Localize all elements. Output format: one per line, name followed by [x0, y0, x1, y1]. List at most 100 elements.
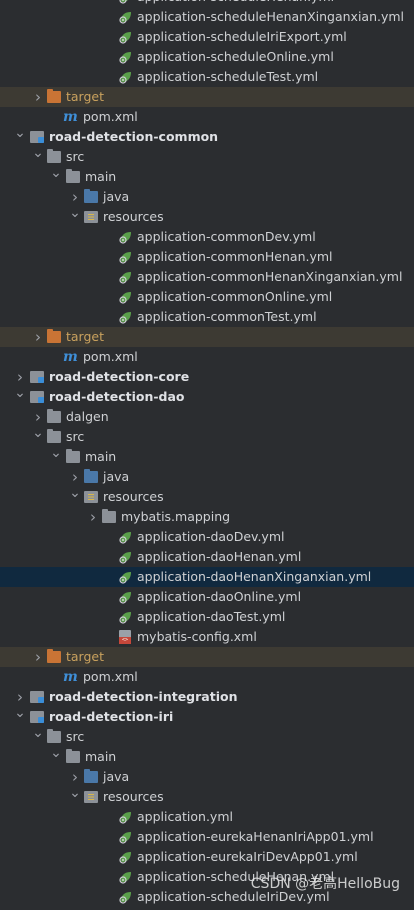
module-folder-icon — [30, 131, 44, 143]
spring-leaf-icon — [119, 530, 133, 544]
chevron-down-icon[interactable]: ⌄ — [14, 126, 26, 147]
chevron-right-icon[interactable]: › — [69, 767, 81, 787]
chevron-right-icon[interactable]: › — [87, 507, 99, 527]
tree-row[interactable]: ⌄ resources — [0, 786, 414, 807]
source-folder-icon — [84, 469, 98, 483]
project-tree: application-scheduleHenan.yml application… — [0, 0, 414, 907]
tree-item-label: application-commonTest.yml — [137, 309, 317, 324]
chevron-right-icon[interactable]: › — [69, 187, 81, 207]
tree-row[interactable]: › target — [0, 647, 414, 667]
excluded-folder-icon — [47, 89, 61, 103]
tree-row[interactable]: application-scheduleIriExport.yml — [0, 27, 414, 47]
chevron-right-icon[interactable]: › — [32, 327, 44, 347]
tree-row[interactable]: › java — [0, 467, 414, 487]
tree-row[interactable]: ⌄ road-detection-common — [0, 126, 414, 147]
folder-icon — [66, 449, 80, 463]
chevron-down-icon[interactable]: ⌄ — [14, 706, 26, 727]
tree-row[interactable]: application-eurekaHenanIriApp01.yml — [0, 827, 414, 847]
spring-leaf-icon — [119, 230, 133, 244]
resources-folder-icon — [84, 211, 98, 223]
tree-row[interactable]: ⌄ main — [0, 446, 414, 467]
chevron-down-icon[interactable]: ⌄ — [69, 206, 81, 227]
tree-item-label: pom.xml — [83, 349, 138, 364]
chevron-right-icon[interactable]: › — [32, 647, 44, 667]
spring-leaf-icon — [119, 890, 133, 904]
folder-icon — [47, 429, 61, 443]
tree-row[interactable]: ⌄ resources — [0, 206, 414, 227]
tree-row[interactable]: ⌄ src — [0, 426, 414, 447]
resources-folder-icon — [84, 491, 98, 503]
tree-item-label: src — [66, 729, 85, 744]
chevron-down-icon[interactable]: ⌄ — [50, 446, 62, 467]
module-folder-icon — [30, 691, 44, 703]
tree-row[interactable]: › mybatis.mapping — [0, 507, 414, 527]
chevron-down-icon[interactable]: ⌄ — [14, 386, 26, 407]
chevron-right-icon[interactable]: › — [32, 87, 44, 107]
tree-row[interactable]: application-commonOnline.yml — [0, 287, 414, 307]
tree-item-label: dalgen — [66, 409, 109, 424]
tree-row[interactable]: ⌄ resources — [0, 486, 414, 507]
maven-icon: m — [63, 349, 78, 365]
chevron-down-icon[interactable]: ⌄ — [69, 786, 81, 807]
tree-row[interactable]: application-daoTest.yml — [0, 607, 414, 627]
tree-row[interactable]: › road-detection-core — [0, 367, 414, 387]
tree-item-label: main — [85, 449, 117, 464]
spring-leaf-icon — [119, 850, 133, 864]
tree-row[interactable]: › java — [0, 767, 414, 787]
tree-row[interactable]: mybatis-config.xml — [0, 627, 414, 647]
tree-row[interactable]: › target — [0, 87, 414, 107]
tree-item-label: java — [103, 769, 130, 784]
tree-item-label: application-scheduleOnline.yml — [137, 49, 334, 64]
tree-row[interactable]: ⌄ main — [0, 746, 414, 767]
tree-row[interactable]: m pom.xml — [0, 107, 414, 127]
tree-item-label: pom.xml — [83, 109, 138, 124]
chevron-right-icon[interactable]: › — [32, 407, 44, 427]
chevron-right-icon[interactable]: › — [14, 687, 26, 707]
spring-leaf-icon — [119, 290, 133, 304]
chevron-down-icon[interactable]: ⌄ — [32, 426, 44, 447]
spring-leaf-icon — [119, 10, 133, 24]
spring-leaf-icon — [119, 590, 133, 604]
tree-row[interactable]: application-daoOnline.yml — [0, 587, 414, 607]
tree-row[interactable]: application-scheduleOnline.yml — [0, 47, 414, 67]
tree-row[interactable]: ⌄ road-detection-iri — [0, 706, 414, 727]
tree-row[interactable]: application-scheduleHenan.yml — [0, 0, 414, 7]
tree-row[interactable]: application-scheduleTest.yml — [0, 67, 414, 87]
tree-item-label: resources — [103, 209, 164, 224]
spring-leaf-icon — [119, 870, 133, 884]
watermark: CSDN @老高HelloBug — [250, 876, 400, 892]
tree-row[interactable]: ⌄ main — [0, 166, 414, 187]
tree-row[interactable]: › road-detection-integration — [0, 687, 414, 707]
tree-row[interactable]: application-commonDev.yml — [0, 227, 414, 247]
tree-row[interactable]: ⌄ road-detection-dao — [0, 386, 414, 407]
tree-row[interactable]: application.yml — [0, 807, 414, 827]
tree-item-label: application-daoTest.yml — [137, 609, 286, 624]
chevron-down-icon[interactable]: ⌄ — [50, 746, 62, 767]
tree-row[interactable]: application-daoDev.yml — [0, 527, 414, 547]
tree-row[interactable]: › dalgen — [0, 407, 414, 427]
spring-leaf-icon — [119, 50, 133, 64]
tree-row[interactable]: application-commonHenan.yml — [0, 247, 414, 267]
chevron-down-icon[interactable]: ⌄ — [50, 166, 62, 187]
source-folder-icon — [84, 189, 98, 203]
tree-row[interactable]: application-eurekaIriDevApp01.yml — [0, 847, 414, 867]
tree-row[interactable]: ⌄ src — [0, 146, 414, 167]
tree-row[interactable]: application-commonHenanXinganxian.yml — [0, 267, 414, 287]
tree-row[interactable]: application-daoHenanXinganxian.yml — [0, 567, 414, 587]
chevron-down-icon[interactable]: ⌄ — [69, 486, 81, 507]
tree-row[interactable]: m pom.xml — [0, 667, 414, 687]
chevron-down-icon[interactable]: ⌄ — [32, 146, 44, 167]
excluded-folder-icon — [47, 649, 61, 663]
chevron-right-icon[interactable]: › — [69, 467, 81, 487]
chevron-right-icon[interactable]: › — [14, 367, 26, 387]
spring-leaf-icon — [119, 570, 133, 584]
tree-row[interactable]: application-scheduleHenanXinganxian.yml — [0, 7, 414, 27]
tree-row[interactable]: application-commonTest.yml — [0, 307, 414, 327]
tree-row[interactable]: › java — [0, 187, 414, 207]
tree-row[interactable]: application-daoHenan.yml — [0, 547, 414, 567]
tree-row[interactable]: m pom.xml — [0, 347, 414, 367]
tree-row[interactable]: › target — [0, 327, 414, 347]
tree-row[interactable]: ⌄ src — [0, 726, 414, 747]
tree-item-label: road-detection-dao — [49, 389, 185, 404]
chevron-down-icon[interactable]: ⌄ — [32, 726, 44, 747]
